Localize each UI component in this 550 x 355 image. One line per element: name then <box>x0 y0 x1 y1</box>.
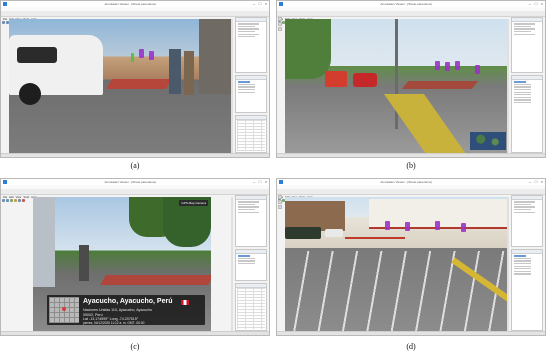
app-icon <box>3 2 7 6</box>
annotations-table <box>235 283 267 331</box>
tree <box>285 19 331 79</box>
address-line-1: Naciones Unidas 110, Ayacucho, Ayacucho <box>83 308 152 312</box>
status-bar <box>1 331 269 335</box>
labels-list <box>511 75 543 153</box>
caption-a: (a) <box>130 161 140 170</box>
mototaxi <box>325 71 347 87</box>
toolbar-button[interactable] <box>14 199 17 202</box>
app-window: Annotation Viewer - [Street panorama] – … <box>0 178 270 336</box>
red-crosswalk <box>106 79 172 89</box>
panel-d: Annotation Viewer - [Street panorama] – … <box>276 178 546 336</box>
location-title: Ayacucho, Ayacucho, Perú <box>83 298 173 305</box>
toolbar-button[interactable] <box>10 199 13 202</box>
truck-window <box>17 47 57 63</box>
properties-list <box>235 17 267 73</box>
annotations-table <box>235 115 267 153</box>
image-viewport[interactable] <box>285 197 509 331</box>
app-window: Annotation Viewer - [Street panorama] – … <box>276 0 546 158</box>
toolbar <box>1 11 269 24</box>
pedestrian <box>184 51 194 95</box>
tool-button[interactable] <box>278 17 282 21</box>
gps-info-overlay: Ayacucho, Ayacucho, Perú Naciones Unidas… <box>47 295 205 325</box>
road-markings <box>285 251 509 331</box>
red-car <box>353 73 377 87</box>
side-panel <box>235 17 267 153</box>
caption-c: (c) <box>130 342 140 351</box>
image-viewport[interactable] <box>285 19 509 153</box>
image-viewport[interactable]: GPS Map Camera Ayacucho, Ayacucho, Perú … <box>33 197 211 331</box>
panel-c: Annotation Viewer - [Street panorama] – … <box>0 178 270 336</box>
pedestrian-mask <box>139 49 144 58</box>
dark-suv <box>285 227 321 239</box>
toolbar-button[interactable] <box>2 21 5 24</box>
pedestrian <box>169 49 181 94</box>
toolbar <box>277 189 545 202</box>
app-icon <box>279 180 283 184</box>
white-car <box>325 229 343 237</box>
toolbar-button[interactable] <box>6 199 9 202</box>
tool-button[interactable] <box>278 22 282 26</box>
toolbar <box>1 189 269 202</box>
toolbar-button[interactable] <box>22 199 25 202</box>
toolbar-button[interactable] <box>2 199 5 202</box>
properties-list <box>511 17 543 73</box>
app-window: Annotation Viewer - [Street panorama] – … <box>0 0 270 158</box>
pedestrian-mask <box>435 221 440 230</box>
tool-button[interactable] <box>278 200 282 204</box>
caption-b: (b) <box>406 161 416 170</box>
app-icon <box>3 180 7 184</box>
app-window: Annotation Viewer - [Street panorama] – … <box>276 178 546 336</box>
flag-icon <box>181 300 189 305</box>
pedestrian-mask <box>131 53 134 62</box>
image-viewport[interactable] <box>9 19 233 153</box>
properties-list <box>235 195 267 247</box>
properties-list <box>511 195 543 247</box>
panel-b: Annotation Viewer - [Street panorama] – … <box>276 0 546 158</box>
location-mini-map <box>49 297 79 323</box>
toolbar <box>277 11 545 24</box>
panel-a: Annotation Viewer - [Street panorama] – … <box>0 0 270 158</box>
vertical-scrollbar[interactable] <box>507 197 509 331</box>
pedestrian-mask <box>445 62 450 71</box>
vertical-scrollbar[interactable] <box>231 19 233 153</box>
address-line-2: 05002, Perú <box>83 312 103 317</box>
tool-button[interactable] <box>278 27 282 31</box>
vertical-scrollbar[interactable] <box>507 19 509 153</box>
side-panel <box>235 195 267 331</box>
side-panel <box>511 17 543 153</box>
red-crosswalk <box>401 81 479 89</box>
red-curb <box>345 237 405 239</box>
truck-wheel <box>19 83 41 105</box>
pedestrian-mask <box>475 65 480 74</box>
red-crosswalk <box>100 275 211 285</box>
labels-list <box>235 249 267 281</box>
caption-d: (d) <box>406 342 416 351</box>
tool-button[interactable] <box>278 195 282 199</box>
status-bar <box>1 153 269 157</box>
pedestrian-mask <box>149 51 154 60</box>
datetime: jueves, 04/12/2025 11:12 a. m. GMT -05:0… <box>83 321 145 325</box>
side-panel <box>511 195 543 331</box>
pedestrian <box>79 245 89 281</box>
status-bar <box>277 331 545 335</box>
mini-map-overlay <box>470 132 506 150</box>
left-tool-column <box>278 195 283 331</box>
labels-list <box>511 249 543 331</box>
pedestrian-mask <box>405 222 410 231</box>
building <box>199 19 233 94</box>
pedestrian-mask <box>455 61 460 70</box>
toolbar-button[interactable] <box>18 199 21 202</box>
pedestrian-mask <box>435 61 440 70</box>
pedestrian-mask <box>461 223 466 232</box>
gps-map-camera-badge: GPS Map Camera <box>179 200 208 206</box>
pedestrian-mask <box>385 221 390 230</box>
building <box>33 197 55 287</box>
status-bar <box>277 153 545 157</box>
map-pin-icon <box>62 307 66 311</box>
vertical-scrollbar[interactable] <box>231 197 233 331</box>
left-tool-column <box>278 17 283 153</box>
labels-list <box>235 75 267 113</box>
tool-button[interactable] <box>278 205 282 209</box>
app-icon <box>279 2 283 6</box>
